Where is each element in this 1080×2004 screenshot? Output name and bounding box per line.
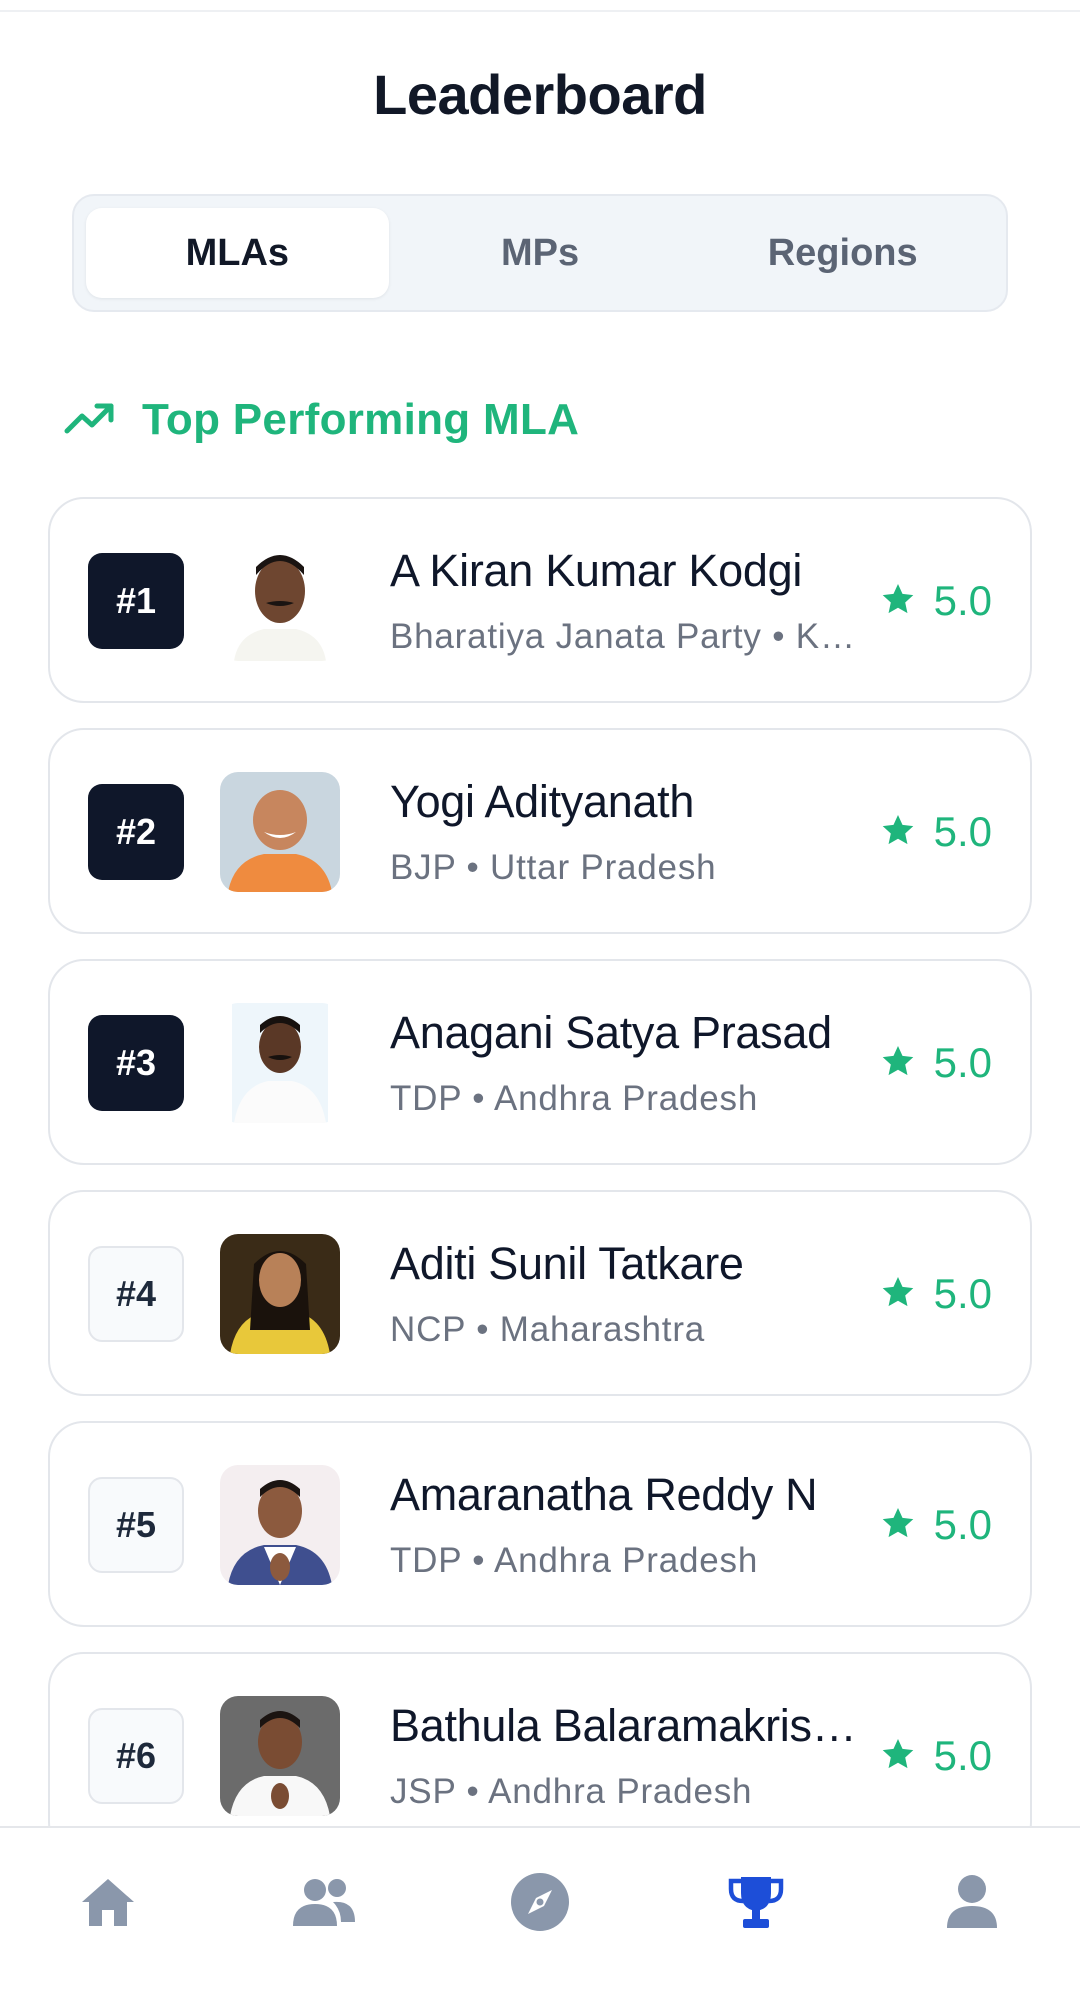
- rank-badge: #2: [88, 784, 184, 880]
- rank-badge: #4: [88, 1246, 184, 1342]
- member-name: Bathula Balaramakrishna: [390, 1700, 870, 1751]
- profile-icon: [945, 1874, 999, 1935]
- section-header: Top Performing MLA: [64, 390, 579, 450]
- member-party-region: TDP • Andhra Pradesh: [390, 1541, 759, 1580]
- avatar: [220, 1234, 340, 1354]
- tab-mps[interactable]: MPs: [389, 208, 692, 298]
- star-icon: [880, 1274, 916, 1315]
- compass-icon: [510, 1872, 570, 1937]
- member-party-region: BJP • Uttar Pradesh: [390, 848, 717, 887]
- member-party-region: NCP • Maharashtra: [390, 1310, 706, 1349]
- member-party-region: JSP • Andhra Pradesh: [390, 1772, 753, 1811]
- rating-value: 5.0: [933, 1039, 992, 1086]
- leaderboard-card[interactable]: #1 A Kiran Kumar Kodgi Bharatiya Janata …: [48, 497, 1032, 703]
- nav-community[interactable]: [264, 1844, 384, 1964]
- leaderboard-card[interactable]: #4 Aditi Sunil Tatkare NCP • Maharashtra…: [48, 1190, 1032, 1396]
- rating-value: 5.0: [933, 577, 992, 624]
- leaderboard-card[interactable]: #2 Yogi Adityanath BJP • Uttar Pradesh 5…: [48, 728, 1032, 934]
- bottom-navigation: [0, 1826, 1080, 2004]
- avatar: [220, 1465, 340, 1585]
- tab-mlas[interactable]: MLAs: [86, 208, 389, 298]
- member-party-region: TDP • Andhra Pradesh: [390, 1079, 759, 1118]
- section-title: Top Performing MLA: [142, 395, 580, 444]
- rating-value: 5.0: [933, 1501, 992, 1548]
- users-icon: [289, 1876, 359, 1933]
- member-name: Yogi Adityanath: [390, 776, 695, 827]
- star-icon: [880, 812, 916, 853]
- star-icon: [880, 1736, 916, 1777]
- rating: 5.0: [880, 1732, 992, 1780]
- member-party-region: Bharatiya Janata Party • Karnataka: [390, 617, 870, 656]
- member-name: A Kiran Kumar Kodgi: [390, 545, 803, 596]
- avatar: [220, 772, 340, 892]
- rating-value: 5.0: [933, 1732, 992, 1779]
- trophy-icon: [727, 1873, 785, 1936]
- rating: 5.0: [880, 577, 992, 625]
- page-title: Leaderboard: [373, 63, 707, 126]
- nav-leaderboard[interactable]: [696, 1844, 816, 1964]
- rating: 5.0: [880, 808, 992, 856]
- rating: 5.0: [880, 1270, 992, 1318]
- rank-badge: #1: [88, 553, 184, 649]
- star-icon: [880, 1043, 916, 1084]
- top-divider: [0, 10, 1080, 12]
- rating-value: 5.0: [933, 1270, 992, 1317]
- tab-regions[interactable]: Regions: [691, 208, 994, 298]
- rating: 5.0: [880, 1039, 992, 1087]
- leaderboard-card[interactable]: #5 Amaranatha Reddy N TDP • Andhra Prade…: [48, 1421, 1032, 1627]
- leaderboard-card[interactable]: #3 Anagani Satya Prasad TDP • Andhra Pra…: [48, 959, 1032, 1165]
- star-icon: [880, 1505, 916, 1546]
- member-name: Anagani Satya Prasad: [390, 1007, 832, 1058]
- member-name: Aditi Sunil Tatkare: [390, 1238, 744, 1289]
- star-icon: [880, 581, 916, 622]
- nav-explore[interactable]: [480, 1844, 600, 1964]
- nav-profile[interactable]: [912, 1844, 1032, 1964]
- trending-up-icon: [64, 400, 116, 441]
- rating-value: 5.0: [933, 808, 992, 855]
- rank-badge: #3: [88, 1015, 184, 1111]
- rating: 5.0: [880, 1501, 992, 1549]
- member-name: Amaranatha Reddy N: [390, 1469, 818, 1520]
- avatar: [220, 541, 340, 661]
- home-icon: [79, 1876, 137, 1933]
- nav-home[interactable]: [48, 1844, 168, 1964]
- segment-tabs: MLAs MPs Regions: [72, 194, 1008, 312]
- rank-badge: #6: [88, 1708, 184, 1804]
- avatar: [220, 1003, 340, 1123]
- avatar: [220, 1696, 340, 1816]
- rank-badge: #5: [88, 1477, 184, 1573]
